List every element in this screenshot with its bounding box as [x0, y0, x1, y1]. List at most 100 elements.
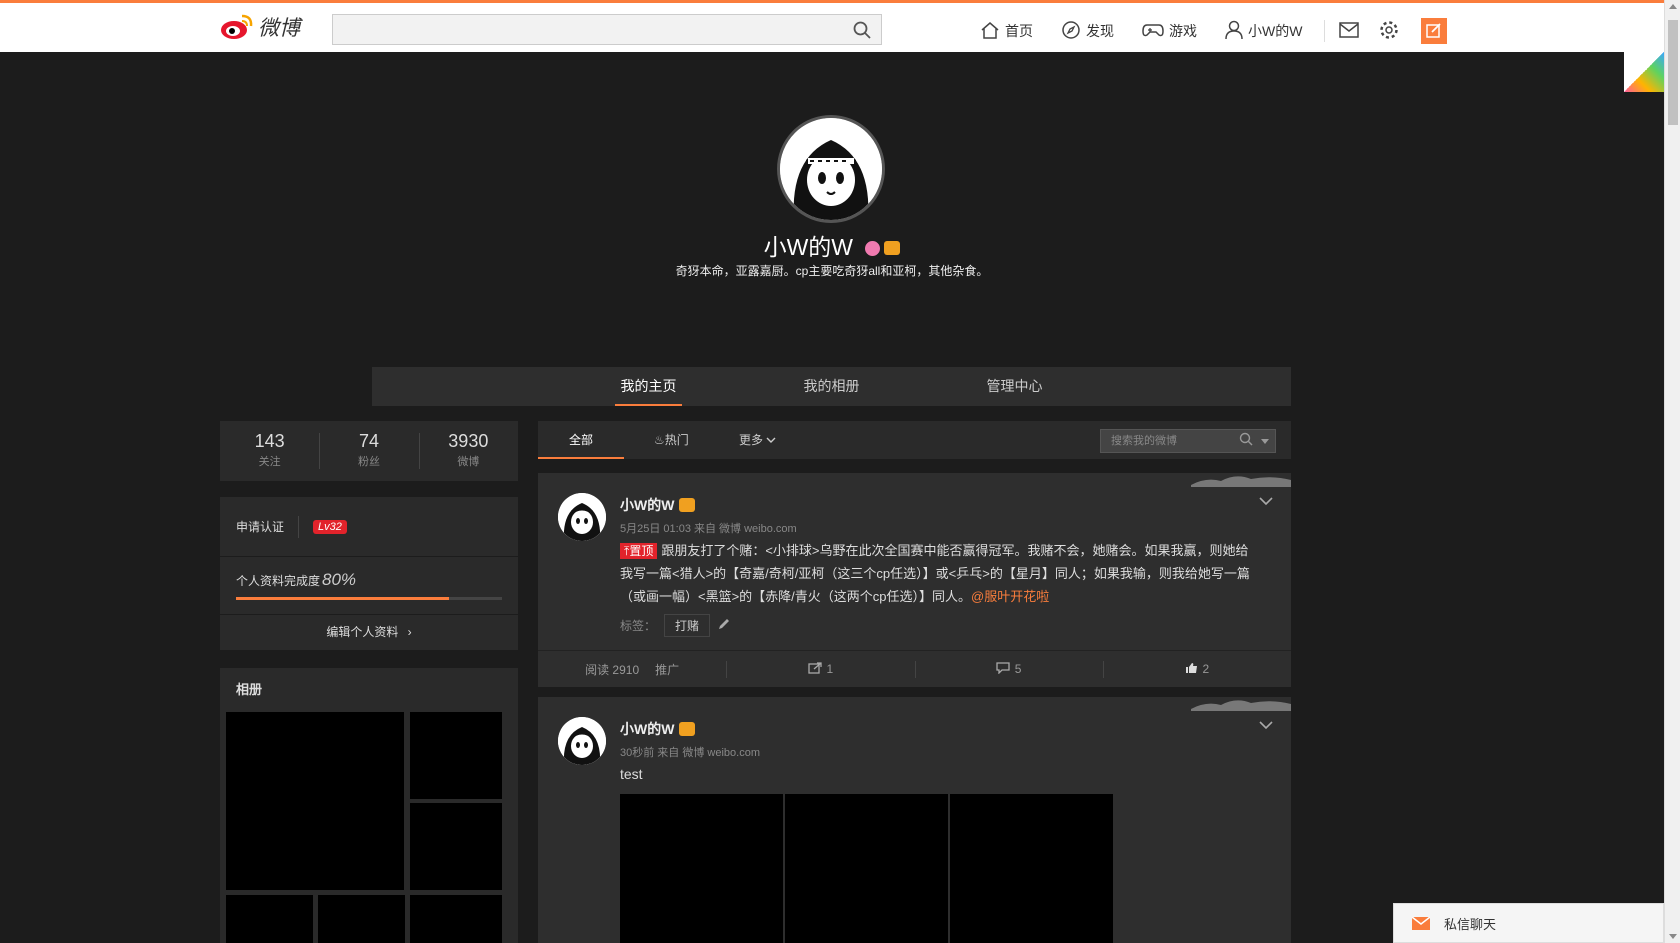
post-meta[interactable]: 5月25日 01:03 来自 微博 weibo.com [620, 520, 797, 536]
pinned-badge: ⤒置顶 [620, 543, 658, 559]
promote-link[interactable]: 推广 [655, 661, 679, 678]
following-count[interactable]: 143 关注 [220, 421, 319, 481]
post-image[interactable] [950, 794, 1113, 943]
posts-count-value: 3930 [448, 431, 489, 451]
post-actions: 阅读 2910 推广 1 5 2 [538, 650, 1291, 687]
album-photo[interactable] [410, 895, 502, 943]
nav-profile[interactable]: 小W的W [1225, 20, 1302, 43]
scroll-up-icon[interactable] [1669, 4, 1677, 9]
feed-post: 小W的W 30秒前 来自 微博 weibo.com test [538, 697, 1291, 943]
envelope-icon [1412, 916, 1430, 930]
following-count-label: 关注 [258, 456, 281, 468]
tag-item[interactable]: 打赌 [664, 614, 711, 637]
post-image[interactable] [620, 794, 783, 943]
divider [298, 515, 300, 538]
messages-button[interactable] [1339, 21, 1360, 41]
post-author-name-text: 小W的W [620, 721, 675, 737]
nav-games[interactable]: 游戏 [1142, 21, 1197, 42]
album-photo[interactable] [226, 895, 313, 943]
weibo-eye-icon [220, 13, 254, 41]
post-menu-chevron-icon[interactable] [1259, 493, 1273, 511]
repost-icon [807, 661, 822, 677]
post-image[interactable] [785, 794, 948, 943]
album-photo[interactable] [410, 803, 502, 890]
level-badge[interactable]: Lv32 [313, 519, 347, 534]
page-scrollbar[interactable] [1664, 0, 1680, 943]
feed-tab-hot[interactable]: ♨热门 [654, 421, 689, 459]
post-author-avatar[interactable] [558, 717, 606, 765]
album-photo[interactable] [226, 712, 404, 890]
post-text: 跟朋友打了个赌：<小排球>乌野在此次全国赛中能否赢得冠军。我赌不会，她赌会。如果… [620, 543, 1250, 604]
posts-count-label: 微博 [457, 456, 480, 468]
gear-icon [1379, 20, 1399, 43]
private-chat-label: 私信聊天 [1444, 916, 1497, 932]
post-author-avatar[interactable] [558, 493, 606, 541]
posts-count[interactable]: 3930 微博 [418, 421, 518, 481]
completion-value: 80% [322, 570, 357, 589]
album-panel: 相册 [220, 668, 518, 943]
search-input[interactable] [332, 14, 882, 45]
comment-button[interactable]: 5 [914, 651, 1103, 687]
post-reads: 阅读 2910 推广 [538, 651, 726, 687]
nav-discover[interactable]: 发现 [1061, 20, 1114, 43]
profile-name-row: 小W的W [0, 228, 1664, 262]
search-icon[interactable] [853, 21, 871, 44]
private-chat-bar[interactable]: 私信聊天 [1393, 903, 1664, 943]
repost-count: 1 [826, 662, 834, 676]
pencil-icon[interactable] [718, 618, 730, 633]
vip-crown-icon[interactable] [884, 241, 901, 256]
album-photo[interactable] [410, 712, 502, 799]
apply-verify-link[interactable]: 申请认证 [236, 518, 284, 535]
feed-tab-all[interactable]: 全部 [538, 421, 624, 459]
top-nav-bar: 微博 首页 发现 游戏 小W的W [0, 0, 1664, 52]
feed-search-placeholder: 搜索我的微博 [1111, 435, 1177, 447]
gamepad-icon [1142, 21, 1164, 42]
vip-crown-icon[interactable] [679, 722, 696, 736]
pinned-badge-label: 置顶 [629, 544, 654, 558]
home-icon [980, 21, 1000, 42]
feed-tab-more-label: 更多 [739, 433, 764, 447]
mail-icon [1339, 21, 1360, 41]
cloud-decoration-icon [1191, 700, 1291, 711]
scrollbar-thumb[interactable] [1668, 20, 1678, 125]
logo-text: 微博 [258, 16, 300, 40]
nav-discover-label: 发现 [1086, 23, 1114, 39]
feed-post-pinned: 小W的W 5月25日 01:03 来自 微博 weibo.com ⤒置顶 跟朋友打… [538, 473, 1291, 687]
search-icon[interactable] [1239, 432, 1253, 454]
followers-count-label: 粉丝 [357, 456, 380, 468]
profile-avatar[interactable] [777, 115, 885, 223]
scroll-down-icon[interactable] [1669, 934, 1677, 939]
weibo-logo[interactable]: 微博 [220, 12, 300, 42]
like-button[interactable]: 2 [1102, 651, 1291, 687]
post-author-name[interactable]: 小W的W [620, 495, 696, 515]
followers-count-value: 74 [358, 431, 379, 451]
profile-tabs: 我的主页 我的相册 管理中心 [372, 367, 1291, 406]
tab-my-album[interactable]: 我的相册 [740, 367, 923, 406]
tab-my-home[interactable]: 我的主页 [557, 367, 740, 406]
tab-manage-center[interactable]: 管理中心 [923, 367, 1106, 406]
read-count: 阅读 2910 [585, 662, 640, 677]
edit-profile-button[interactable]: 编辑个人资料 › [220, 615, 518, 649]
compose-button[interactable] [1421, 18, 1448, 44]
album-photo[interactable] [318, 895, 405, 943]
skin-picker-corner[interactable] [1624, 52, 1664, 92]
member-badge-icon[interactable] [865, 241, 881, 257]
vip-crown-icon[interactable] [679, 498, 696, 512]
caret-down-icon[interactable] [1261, 439, 1269, 444]
post-meta[interactable]: 30秒前 来自 微博 weibo.com [620, 744, 760, 760]
feed-tab-more[interactable]: 更多 [739, 421, 776, 459]
repost-button[interactable]: 1 [726, 651, 914, 687]
user-icon [1225, 20, 1243, 43]
album-title[interactable]: 相册 [220, 668, 518, 709]
followers-count[interactable]: 74 粉丝 [319, 421, 418, 481]
post-author-name[interactable]: 小W的W [620, 719, 696, 739]
chevron-right-icon: › [407, 625, 412, 639]
following-count-value: 143 [254, 431, 285, 451]
mention-link[interactable]: @服叶开花啦 [971, 589, 1049, 604]
thumbs-up-icon [1185, 662, 1198, 677]
feed-search-input[interactable]: 搜索我的微博 [1100, 429, 1276, 453]
post-menu-chevron-icon[interactable] [1259, 717, 1273, 735]
chevron-down-icon [766, 433, 776, 447]
nav-home[interactable]: 首页 [980, 21, 1033, 42]
settings-button[interactable] [1379, 20, 1399, 43]
